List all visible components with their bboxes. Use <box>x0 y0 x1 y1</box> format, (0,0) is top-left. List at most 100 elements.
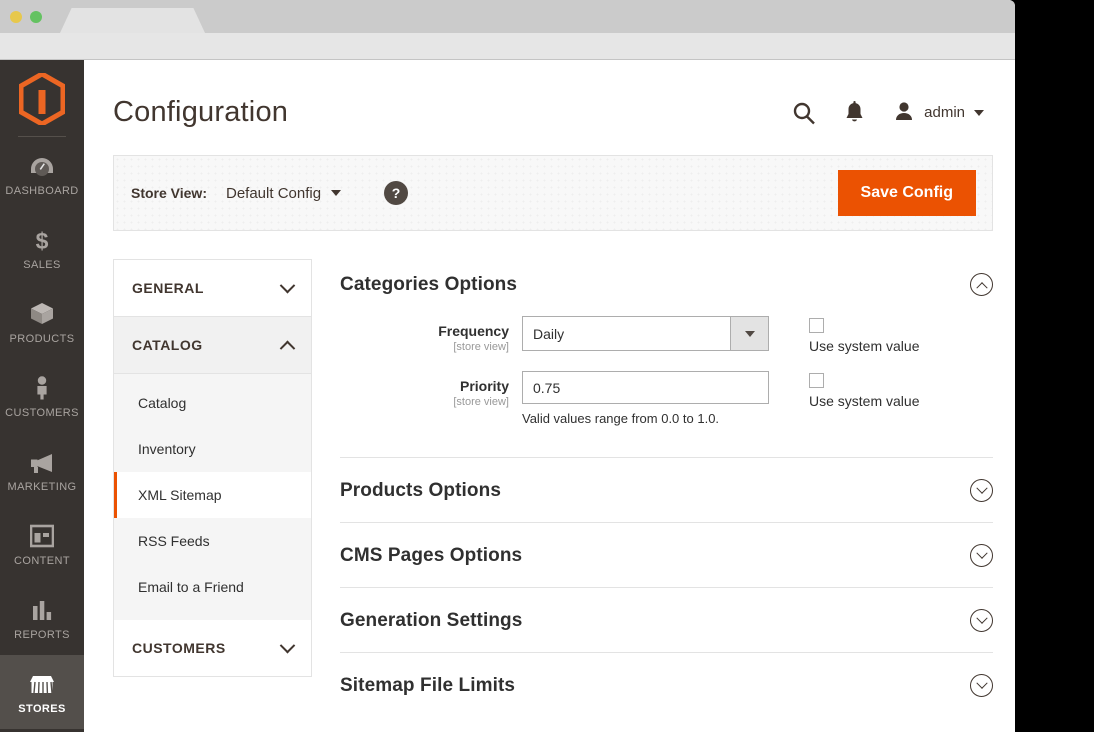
config-item-label: Inventory <box>138 441 196 457</box>
priority-inherit: Use system value <box>809 371 919 409</box>
browser-titlebar <box>0 0 1015 33</box>
maximize-button[interactable] <box>30 11 42 23</box>
config-item-email-to-a-friend[interactable]: Email to a Friend <box>114 564 311 610</box>
chevron-down-icon <box>331 190 341 196</box>
config-item-catalog[interactable]: Catalog <box>114 380 311 426</box>
frequency-select[interactable]: Daily <box>522 316 769 351</box>
field-control: Daily <box>522 316 769 351</box>
config-panel: Categories Options Frequency [store view… <box>340 259 993 717</box>
browser-toolbar <box>0 33 1015 60</box>
sidebar-item-label: SALES <box>23 259 60 271</box>
field-control: Valid values range from 0.0 to 1.0. <box>522 371 769 426</box>
field-frequency: Frequency [store view] Daily Use system … <box>340 316 993 354</box>
config-content: GENERAL CATALOG Catalog Inventory <box>113 259 993 717</box>
sidebar-item-sales[interactable]: $ SALES <box>0 211 84 285</box>
use-system-value-checkbox[interactable] <box>809 318 824 333</box>
search-icon[interactable] <box>792 101 816 125</box>
gauge-icon <box>29 152 55 178</box>
box-icon <box>29 300 55 326</box>
sidebar-item-label: REPORTS <box>14 629 70 641</box>
field-label: Priority [store view] <box>340 371 522 408</box>
magento-logo[interactable] <box>0 60 84 130</box>
header-actions: admin <box>792 101 985 125</box>
expand-chevron-down-icon[interactable] <box>970 674 993 697</box>
sidebar-item-dashboard[interactable]: DASHBOARD <box>0 137 84 211</box>
save-config-button[interactable]: Save Config <box>838 170 976 216</box>
sidebar-item-customers[interactable]: CUSTOMERS <box>0 359 84 433</box>
config-catalog-sublist: Catalog Inventory XML Sitemap RSS Feeds <box>114 374 311 620</box>
fieldset-products-options[interactable]: Products Options <box>340 457 993 522</box>
sidebar-item-marketing[interactable]: MARKETING <box>0 433 84 507</box>
bar-chart-icon <box>30 596 54 622</box>
main-content: Configuration admin <box>84 60 1015 732</box>
config-item-label: Email to a Friend <box>138 579 244 595</box>
config-item-rss-feeds[interactable]: RSS Feeds <box>114 518 311 564</box>
sidebar-item-content[interactable]: CONTENT <box>0 507 84 581</box>
expand-chevron-down-icon[interactable] <box>970 479 993 502</box>
store-view-value: Default Config <box>226 185 321 202</box>
config-section-catalog[interactable]: CATALOG <box>114 317 311 374</box>
minimize-button[interactable] <box>10 11 22 23</box>
store-view-switcher[interactable]: Default Config <box>226 185 341 202</box>
field-label: Frequency [store view] <box>340 316 522 353</box>
use-system-value-label: Use system value <box>809 393 919 409</box>
fieldset-title: Generation Settings <box>340 610 522 632</box>
user-name: admin <box>924 104 965 121</box>
sidebar-item-label: CUSTOMERS <box>5 407 79 419</box>
bell-icon[interactable] <box>844 101 865 125</box>
magento-logo-icon <box>19 73 65 125</box>
page-title: Configuration <box>113 96 288 129</box>
fieldset-cms-pages-options[interactable]: CMS Pages Options <box>340 522 993 587</box>
sidebar-item-reports[interactable]: REPORTS <box>0 581 84 655</box>
field-scope: [store view] <box>340 341 509 353</box>
fieldset-title: Sitemap File Limits <box>340 675 515 697</box>
config-section-label: CUSTOMERS <box>132 640 226 656</box>
fieldset-generation-settings[interactable]: Generation Settings <box>340 587 993 652</box>
config-item-inventory[interactable]: Inventory <box>114 426 311 472</box>
fieldset-title: CMS Pages Options <box>340 545 522 567</box>
config-section-label: CATALOG <box>132 337 203 353</box>
sidebar-item-stores[interactable]: STORES <box>0 655 84 729</box>
store-view-bar: Store View: Default Config ? Save Config <box>113 155 993 231</box>
user-menu[interactable]: admin <box>893 101 984 125</box>
field-label-text: Priority <box>340 378 509 394</box>
field-label-text: Frequency <box>340 323 509 339</box>
chevron-up-icon <box>280 340 296 356</box>
panel-spacer <box>340 443 993 457</box>
sidebar-item-label: CONTENT <box>14 555 70 567</box>
use-system-value-label: Use system value <box>809 338 919 354</box>
window-traffic-lights <box>10 11 42 23</box>
help-icon[interactable]: ? <box>384 181 408 205</box>
expand-chevron-down-icon[interactable] <box>970 544 993 567</box>
store-view-label: Store View: <box>131 185 207 201</box>
config-section-general[interactable]: GENERAL <box>114 260 311 317</box>
config-section-label: GENERAL <box>132 280 204 296</box>
config-item-xml-sitemap[interactable]: XML Sitemap <box>114 472 311 518</box>
megaphone-icon <box>28 448 56 474</box>
sidebar-item-label: PRODUCTS <box>10 333 75 345</box>
priority-input[interactable] <box>522 371 769 404</box>
chevron-down-icon <box>974 110 984 116</box>
sidebar-item-products[interactable]: PRODUCTS <box>0 285 84 359</box>
fieldset-sitemap-file-limits[interactable]: Sitemap File Limits <box>340 652 993 717</box>
admin-sidebar: DASHBOARD $ SALES PRODUCTS CUSTOMERS <box>0 60 84 732</box>
chevron-down-icon <box>280 637 296 653</box>
person-icon <box>29 374 55 400</box>
chevron-down-icon[interactable] <box>730 317 768 350</box>
sidebar-item-label: MARKETING <box>8 481 77 493</box>
svg-text:$: $ <box>36 228 49 252</box>
admin-app: DASHBOARD $ SALES PRODUCTS CUSTOMERS <box>0 60 1015 732</box>
fieldset-categories-options[interactable]: Categories Options <box>340 259 993 316</box>
browser-tab[interactable] <box>60 8 205 33</box>
use-system-value-checkbox[interactable] <box>809 373 824 388</box>
dollar-icon: $ <box>29 226 55 252</box>
config-item-label: Catalog <box>138 395 186 411</box>
frequency-inherit: Use system value <box>809 316 919 354</box>
chevron-down-icon <box>280 277 296 293</box>
expand-chevron-down-icon[interactable] <box>970 609 993 632</box>
config-section-customers[interactable]: CUSTOMERS <box>114 620 311 676</box>
field-scope: [store view] <box>340 396 509 408</box>
field-priority: Priority [store view] Valid values range… <box>340 371 993 426</box>
collapse-chevron-up-icon[interactable] <box>970 273 993 296</box>
config-item-label: RSS Feeds <box>138 533 210 549</box>
